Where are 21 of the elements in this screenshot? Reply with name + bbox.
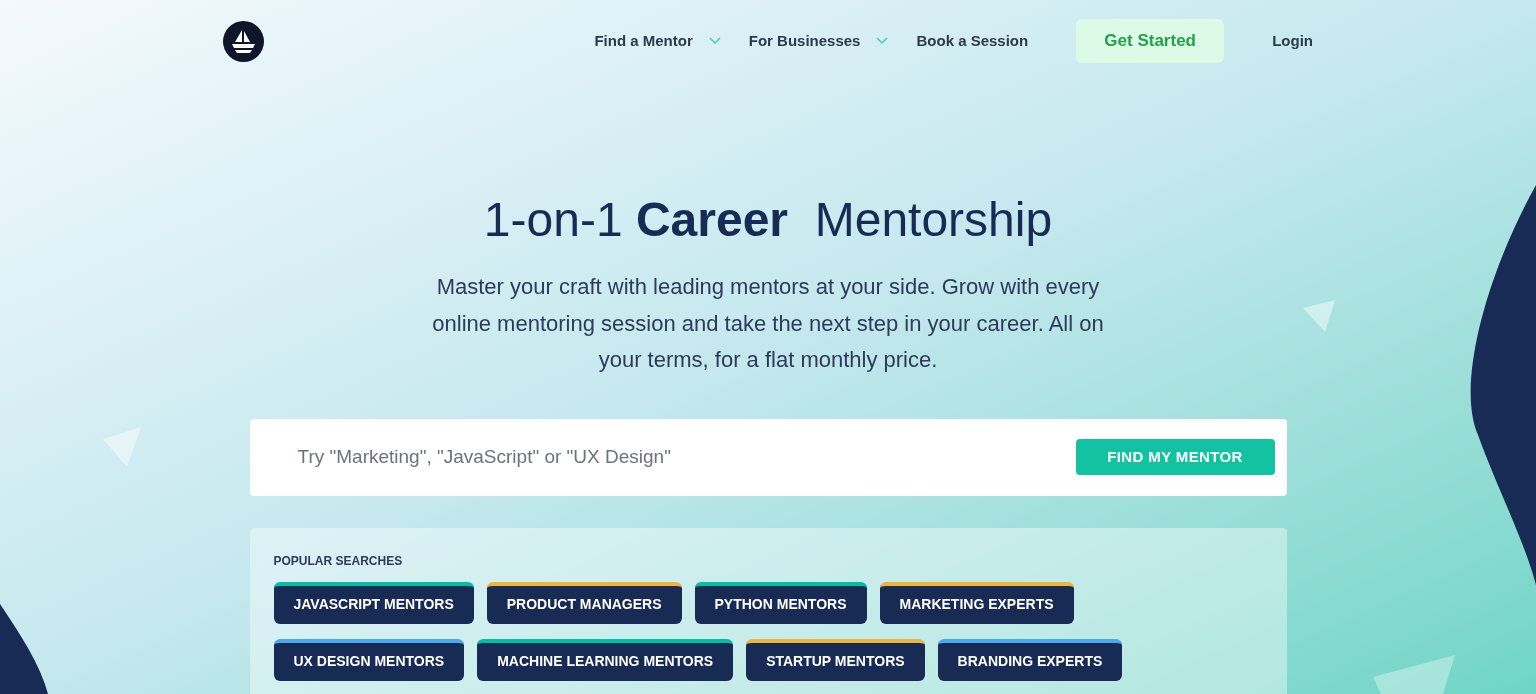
hero-subtitle: Master your craft with leading mentors at your side. Grow with every online mentoring session and take the next step in your career. All on your terms, for a flat monthly price. [431, 273, 1105, 374]
nav-link[interactable]: For Businesses [748, 29, 889, 53]
hero-title: 1-on-1 Career Mentorship [483, 192, 1053, 248]
nav-link[interactable]: Book a Session [916, 29, 1029, 53]
search-tag[interactable]: UX DESIGN MENTORS [273, 638, 465, 681]
chevron-down-icon [708, 37, 721, 45]
search-tag[interactable]: BRANDING EXPERTS [937, 638, 1123, 681]
search-tag[interactable]: PYTHON MENTORS [694, 581, 867, 624]
popular-searches-heading: POPULAR SEARCHES [273, 552, 404, 570]
search-tag[interactable]: JAVASCRIPT MENTORS [273, 581, 474, 624]
triangle-shape-drawing [103, 427, 143, 469]
chevron-down-icon [876, 37, 889, 45]
search-tag[interactable]: PRODUCT MANAGERS [486, 581, 682, 624]
search-tag[interactable]: MACHINE LEARNING MENTORS [477, 638, 734, 681]
sailboat-logo-icon[interactable] [223, 20, 264, 62]
search-tag[interactable]: STARTUP MENTORS [746, 638, 925, 681]
search-tag[interactable]: MARKETING EXPERTS [879, 581, 1074, 624]
triangle-shape-drawing [1303, 300, 1335, 332]
nav-link[interactable]: Find a Mentor [594, 29, 721, 53]
login-link[interactable]: Login [1272, 29, 1313, 53]
search-field[interactable]: Try "Marketing", "JavaScript" or "UX Design" [297, 442, 998, 472]
